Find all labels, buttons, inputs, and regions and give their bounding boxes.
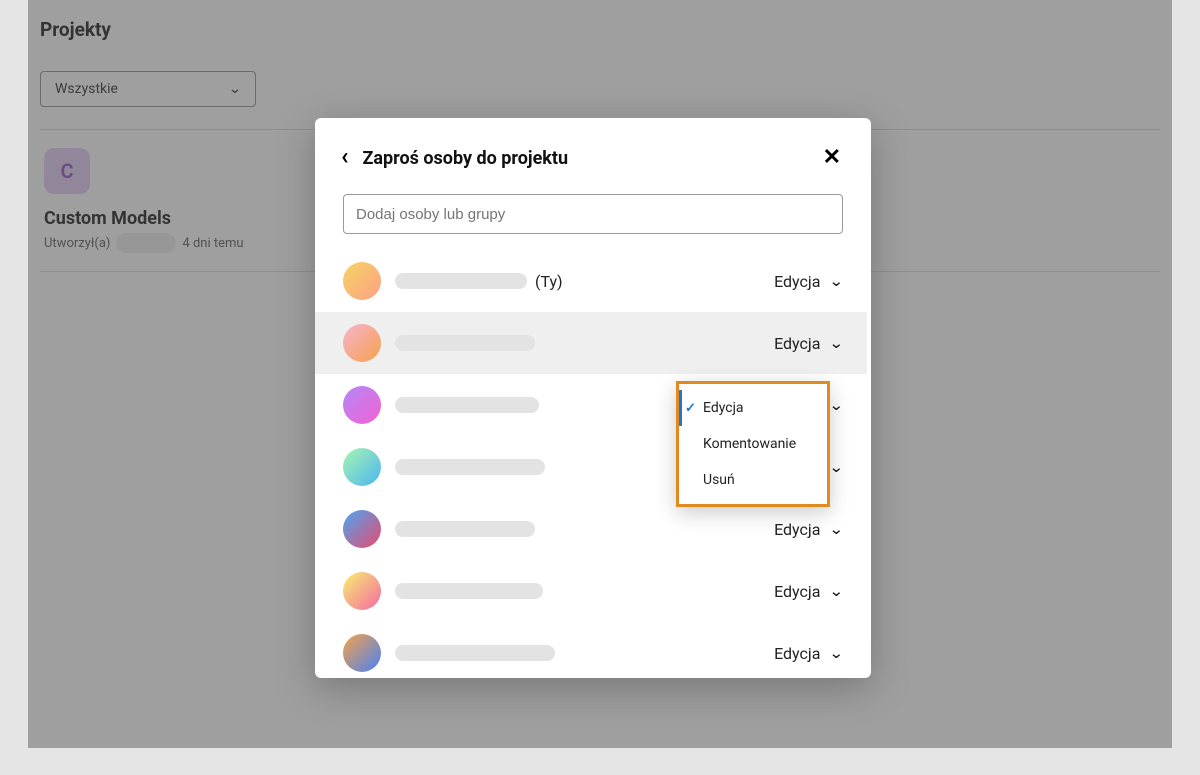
project-thumbnail: C bbox=[44, 148, 90, 194]
member-name-redacted bbox=[395, 521, 535, 537]
permission-menu-item-label: Edycja bbox=[703, 400, 744, 416]
permission-menu-item[interactable]: Komentowanie bbox=[679, 426, 827, 462]
check-icon: ✓ bbox=[685, 401, 696, 416]
permission-label: Edycja bbox=[774, 272, 820, 291]
modal-title: Zaproś osoby do projektu bbox=[363, 148, 823, 169]
filter-dropdown[interactable]: Wszystkie ⌄ bbox=[40, 71, 256, 107]
member-row[interactable]: Edycja ⌄ bbox=[315, 312, 867, 374]
member-name-redacted bbox=[395, 335, 535, 351]
created-by-label: Utworzył(a) bbox=[44, 236, 110, 251]
you-suffix: (Ty) bbox=[535, 272, 563, 291]
member-name bbox=[395, 583, 774, 599]
chevron-down-icon: ⌄ bbox=[829, 334, 844, 352]
permission-menu-item[interactable]: ✓ Edycja bbox=[679, 390, 827, 426]
member-name-redacted bbox=[395, 583, 543, 599]
member-name: (Ty) bbox=[395, 272, 774, 291]
back-chevron-icon[interactable]: ‹ bbox=[341, 144, 349, 168]
permission-label: Edycja bbox=[774, 520, 820, 539]
permission-select[interactable]: Edycja ⌄ bbox=[774, 644, 843, 663]
avatar-icon bbox=[343, 634, 381, 672]
member-name-redacted bbox=[395, 273, 527, 289]
avatar-icon bbox=[343, 386, 381, 424]
creator-name-redacted bbox=[116, 233, 176, 253]
permission-menu-item-label: Usuń bbox=[703, 472, 735, 488]
chevron-down-icon: ⌄ bbox=[228, 81, 242, 97]
member-name-redacted bbox=[395, 459, 545, 475]
permission-select[interactable]: Edycja ⌄ bbox=[774, 334, 843, 353]
chevron-down-icon: ⌄ bbox=[829, 396, 844, 414]
member-name bbox=[395, 335, 774, 351]
chevron-down-icon: ⌄ bbox=[829, 458, 844, 476]
close-icon[interactable]: ✕ bbox=[823, 147, 841, 169]
permission-select[interactable]: Edycja ⌄ bbox=[774, 520, 843, 539]
permission-menu-item-label: Komentowanie bbox=[703, 436, 796, 452]
chevron-down-icon: ⌄ bbox=[829, 644, 844, 662]
permission-menu-item[interactable]: Usuń bbox=[679, 462, 827, 498]
filter-selected-label: Wszystkie bbox=[55, 81, 118, 97]
avatar-icon bbox=[343, 448, 381, 486]
permission-label: Edycja bbox=[774, 644, 820, 663]
avatar-icon bbox=[343, 572, 381, 610]
chevron-down-icon: ⌄ bbox=[829, 520, 844, 538]
member-name-redacted bbox=[395, 645, 555, 661]
permission-label: Edycja bbox=[774, 582, 820, 601]
member-row[interactable]: (Ty) Edycja ⌄ bbox=[343, 250, 867, 312]
chevron-down-icon: ⌄ bbox=[829, 582, 844, 600]
member-name bbox=[395, 645, 774, 661]
avatar-icon bbox=[343, 262, 381, 300]
member-row[interactable]: Edycja ⌄ bbox=[343, 498, 867, 560]
avatar-icon bbox=[343, 510, 381, 548]
permission-select[interactable]: Edycja ⌄ bbox=[774, 582, 843, 601]
permission-label: Edycja bbox=[774, 334, 820, 353]
avatar-icon bbox=[343, 324, 381, 362]
created-when: 4 dni temu bbox=[182, 236, 243, 251]
member-row[interactable]: Edycja ⌄ bbox=[343, 560, 867, 622]
permission-menu: ✓ Edycja Komentowanie Usuń bbox=[676, 381, 830, 507]
page-title: Projekty bbox=[40, 18, 1160, 41]
chevron-down-icon: ⌄ bbox=[829, 272, 844, 290]
member-name-redacted bbox=[395, 397, 539, 413]
invite-search-input[interactable] bbox=[343, 194, 843, 234]
member-row[interactable]: Edycja ⌄ bbox=[343, 622, 867, 678]
member-name bbox=[395, 521, 774, 537]
permission-select[interactable]: Edycja ⌄ bbox=[774, 272, 843, 291]
